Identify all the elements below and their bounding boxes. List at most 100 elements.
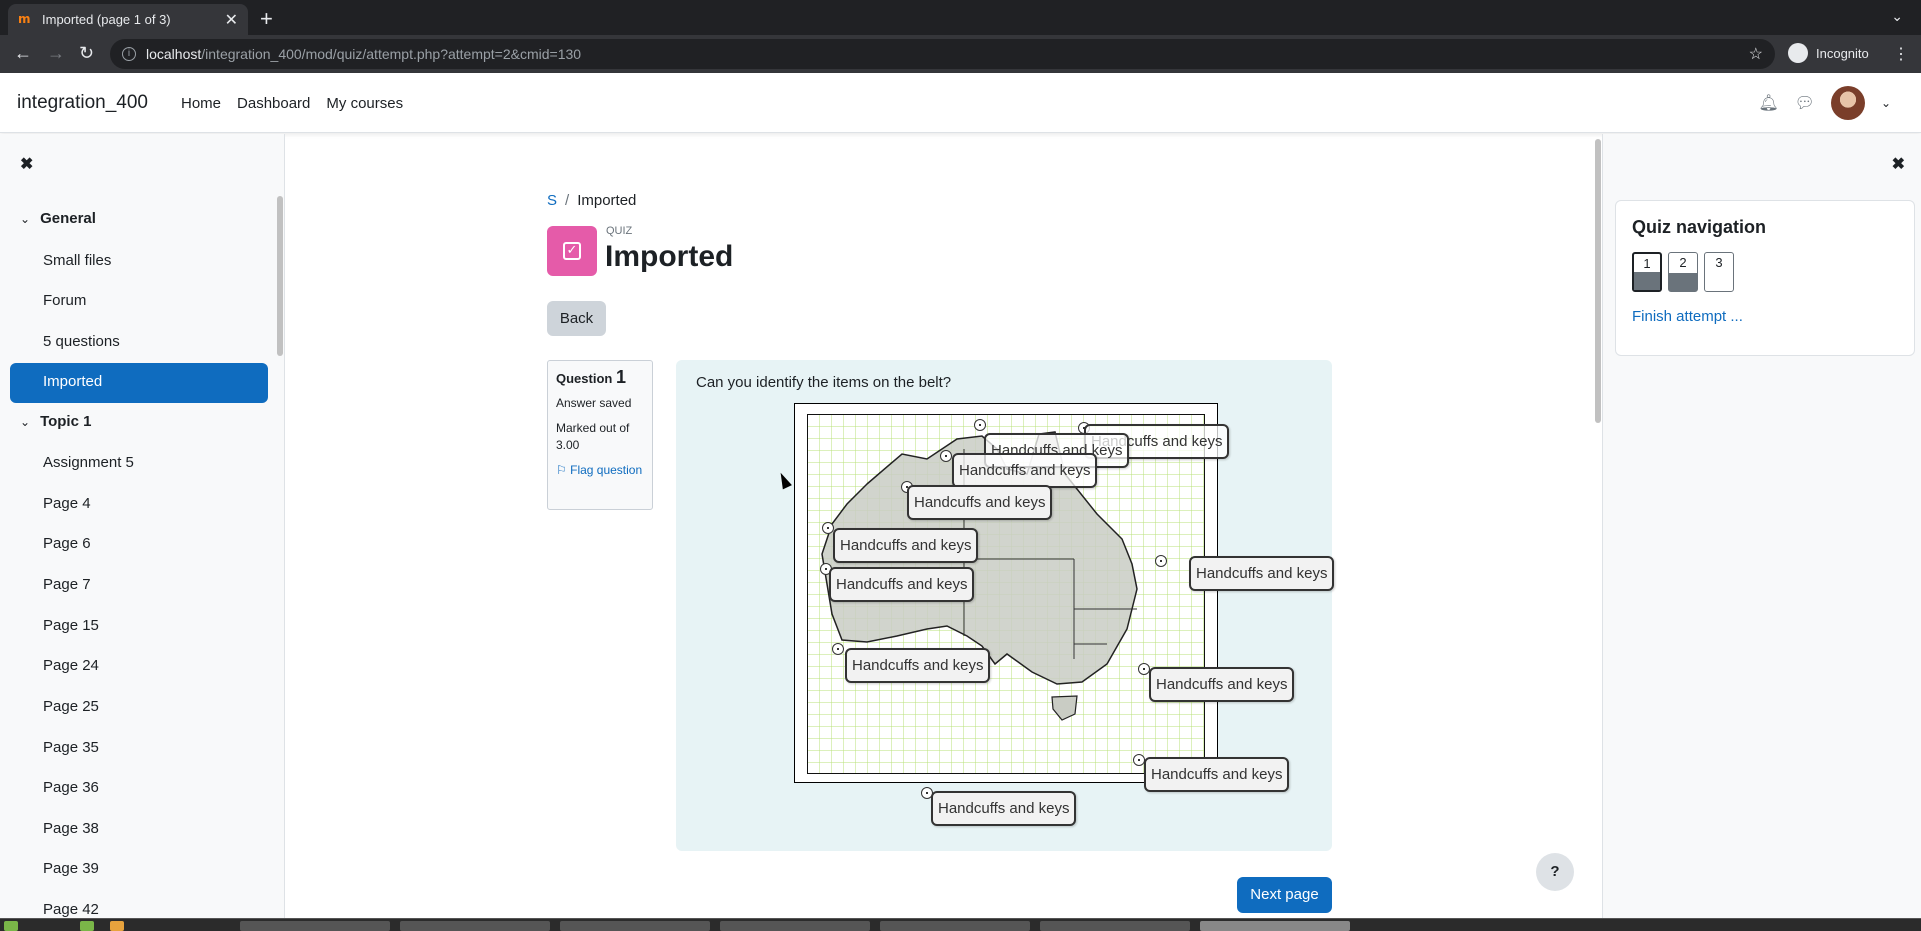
back-arrow-icon[interactable]: ← [14,43,32,63]
quiz-navigation-title: Quiz navigation [1632,217,1767,237]
browser-tabstrip: m Imported (page 1 of 3) ✕ + ⌄ [0,0,1921,35]
taskbar-window-button[interactable] [880,921,1030,931]
close-block-drawer-icon[interactable]: ✖ [1892,154,1905,174]
draggable-answer-item[interactable]: Handcuffs and keys [833,528,979,563]
course-item-page-35[interactable]: Page 35 [43,739,99,756]
quiz-nav-button-2[interactable]: 2 [1668,252,1698,292]
draggable-answer-item[interactable]: Handcuffs and keys [1144,757,1290,792]
tab-title: Imported (page 1 of 3) [42,12,171,27]
next-page-button[interactable]: Next page [1237,877,1332,913]
nav-home[interactable]: Home [181,95,221,112]
drop-target-marker [832,643,844,655]
question-text: Can you identify the items on the belt? [696,374,952,391]
draggable-answer-item[interactable]: Handcuffs and keys [952,453,1098,488]
quiz-nav-button-1[interactable]: 1 [1632,252,1662,292]
close-tab-icon[interactable]: ✕ [225,10,238,30]
taskbar-app-icon[interactable] [110,921,124,931]
breadcrumb-course-link[interactable]: S [547,192,557,209]
taskbar-window-button[interactable] [240,921,390,931]
os-taskbar [0,918,1921,931]
course-item-imported-active[interactable]: Imported [10,363,268,403]
quiz-activity-icon: ✓ [547,226,597,276]
breadcrumb-separator: / [565,192,570,209]
question-content: Can you identify the items on the belt? [676,360,1335,851]
drop-target-marker [1155,555,1167,567]
page-title: Imported [605,240,734,273]
course-item-page-39[interactable]: Page 39 [43,860,99,877]
user-menu-chevron-down-icon[interactable]: ⌄ [1881,96,1891,110]
course-item-page-25[interactable]: Page 25 [43,698,99,715]
course-index-drawer: ✖ ⌄ General Small files Forum 5 questions… [0,134,285,918]
quiz-navigation-buttons: 1 2 3 [1632,252,1898,292]
taskbar-window-button[interactable] [720,921,870,931]
taskbar-window-button[interactable] [560,921,710,931]
user-avatar[interactable] [1830,86,1865,120]
draggable-answer-item[interactable]: Handcuffs and keys [931,791,1077,826]
new-tab-icon[interactable]: + [260,6,273,32]
address-bar[interactable]: i localhost/integration_400/mod/quiz/att… [110,39,1775,69]
course-item-small-files[interactable]: Small files [43,252,111,269]
incognito-label: Incognito [1816,45,1869,61]
tab-search-icon[interactable]: ⌄ [1891,8,1903,25]
question-grade: Marked out of 3.00 [556,421,630,452]
draggable-answer-item[interactable]: Handcuffs and keys [1149,667,1295,702]
course-item-forum[interactable]: Forum [43,292,86,309]
breadcrumb-current: Imported [577,192,637,209]
taskbar-app-icon[interactable] [4,921,18,931]
drop-target-marker [974,419,986,431]
notifications-bell-icon[interactable]: 🔔︎ [1758,93,1778,113]
quiz-navigation-block: Quiz navigation 1 2 3 Finish attempt ... [1615,200,1915,356]
messages-icon[interactable]: 💬︎ [1795,93,1815,113]
breadcrumb: S / Imported [547,192,636,209]
draggable-answer-item[interactable]: Handcuffs and keys [907,485,1053,520]
taskbar-window-button[interactable] [400,921,550,931]
question-number: Question 1 [556,367,626,387]
flag-icon: ⚐ [556,463,567,477]
taskbar-window-button-active[interactable] [1200,921,1350,931]
course-item-5-questions[interactable]: 5 questions [43,333,120,350]
finish-attempt-link[interactable]: Finish attempt ... [1632,308,1898,325]
section-topic-1[interactable]: ⌄ Topic 1 [20,413,91,430]
flag-question-link[interactable]: ⚐ Flag question [556,462,644,479]
taskbar-window-button[interactable] [1040,921,1190,931]
site-header: integration_400 Home Dashboard My course… [0,73,1921,133]
course-item-page-24[interactable]: Page 24 [43,657,99,674]
section-general[interactable]: ⌄ General [20,210,96,227]
url-text: localhost/integration_400/mod/quiz/attem… [146,46,582,62]
activity-type-label: QUIZ [606,225,633,237]
question-info-box: Question 1 Answer saved Marked out of 3.… [547,360,653,510]
drawer-scrollbar[interactable] [277,196,283,356]
course-item-page-38[interactable]: Page 38 [43,820,99,837]
course-item-page-4[interactable]: Page 4 [43,495,91,512]
nav-my-courses[interactable]: My courses [326,95,403,112]
reload-icon[interactable]: ↻ [79,43,94,63]
back-button[interactable]: Back [547,301,606,336]
close-course-index-icon[interactable]: ✖ [20,154,33,174]
course-item-page-15[interactable]: Page 15 [43,617,99,634]
site-name[interactable]: integration_400 [17,92,148,114]
nav-dashboard[interactable]: Dashboard [237,95,310,112]
draggable-answer-item[interactable]: Handcuffs and keys [1189,556,1335,591]
taskbar-app-icon[interactable] [80,921,94,931]
incognito-indicator[interactable]: Incognito [1788,43,1869,63]
course-item-page-42[interactable]: Page 42 [43,901,99,918]
moodle-favicon-icon: m [18,11,31,26]
course-item-assignment-5[interactable]: Assignment 5 [43,454,134,471]
site-info-icon[interactable]: i [122,47,136,61]
incognito-icon [1788,43,1808,63]
chevron-down-icon: ⌄ [20,414,31,429]
help-button[interactable]: ? [1536,853,1574,891]
draggable-answer-item[interactable]: Handcuffs and keys [845,648,991,683]
course-item-page-7[interactable]: Page 7 [43,576,91,593]
bookmark-star-icon[interactable]: ☆ [1749,44,1763,64]
quiz-nav-button-3[interactable]: 3 [1704,252,1734,292]
browser-tab[interactable]: m Imported (page 1 of 3) ✕ [8,4,248,35]
course-item-page-6[interactable]: Page 6 [43,535,91,552]
drop-target-marker [940,450,952,462]
course-item-page-36[interactable]: Page 36 [43,779,99,796]
browser-menu-icon[interactable]: ⋮ [1893,44,1909,64]
draggable-answer-item[interactable]: Handcuffs and keys [829,567,975,602]
question-state: Answer saved [556,396,632,410]
page-scrollbar[interactable] [1595,139,1601,423]
forward-arrow-icon[interactable]: → [47,43,65,63]
